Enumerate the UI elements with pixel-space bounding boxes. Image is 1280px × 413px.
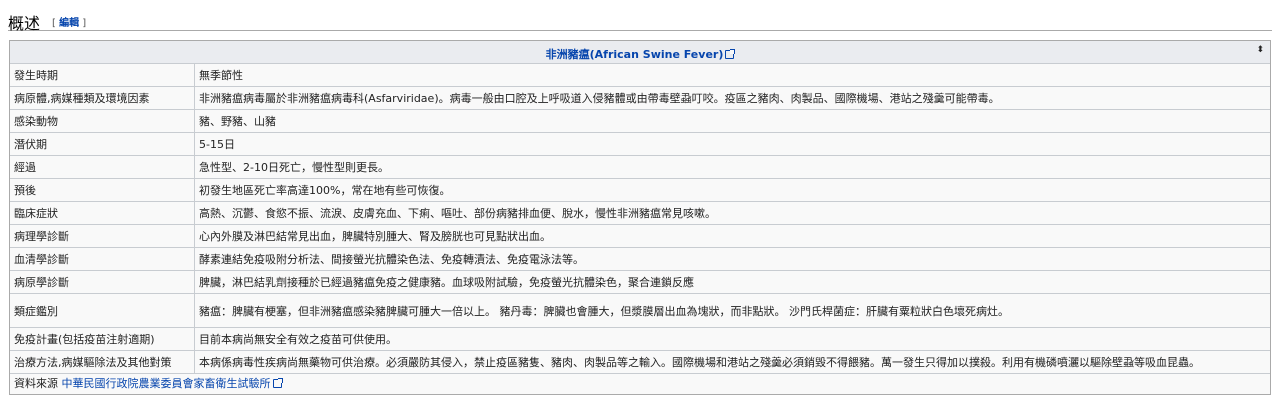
table-row: 類症鑑別 豬瘟：脾臟有梗塞，但非洲豬瘟感染豬脾臟可腫大一倍以上。 豬丹毒：脾臟也會… — [10, 293, 1270, 328]
info-table: 發生時期 無季節性 病原體,病媒種類及環境因素 非洲豬瘟病毒屬於非洲豬瘟病毒科(Asf… — [10, 64, 1270, 374]
table-row: 臨床症狀 高熱、沉鬱、食慾不振、流淚、皮膚充血、下痢、嘔吐、部份病豬排血便、脫水，… — [10, 201, 1270, 225]
table-row: 發生時期 無季節性 — [10, 64, 1270, 87]
row-value: 脾臟，淋巴結乳劑接種於已經過豬瘟免疫之健康豬。血球吸附試驗，免疫螢光抗體染色，聚… — [194, 270, 1270, 294]
edit-link[interactable]: 編輯 — [59, 18, 79, 29]
row-value: 本病係病毒性疾病尚無藥物可供治療。必須嚴防其侵入，禁止疫區豬隻、豬肉、肉製品等之… — [194, 350, 1270, 374]
infobox-title-wrapper: 非洲豬瘟(African Swine Fever) — [10, 46, 1270, 62]
row-value: 無季節性 — [194, 64, 1270, 87]
row-value: 初發生地區死亡率高達100%，常在地有些可恢復。 — [194, 178, 1270, 202]
row-value: 心內外膜及淋巴結常見出血，脾臟特別腫大、腎及膀胱也可見點狀出血。 — [194, 224, 1270, 248]
row-key: 病理學診斷 — [10, 224, 195, 248]
row-value: 非洲豬瘟病毒屬於非洲豬瘟病毒科(Asfarviridae)。病毒一般由口腔及上呼… — [194, 86, 1270, 110]
row-key: 病原體,病媒種類及環境因素 — [10, 86, 195, 110]
row-key: 血清學診斷 — [10, 247, 195, 271]
row-key: 類症鑑別 — [10, 293, 195, 328]
edit-bracket-open: [ — [52, 18, 56, 29]
sort-toggle-icon[interactable]: ⬍ — [1256, 45, 1264, 55]
row-key: 感染動物 — [10, 109, 195, 133]
infobox-title-link[interactable]: 非洲豬瘟(African Swine Fever) — [546, 48, 724, 61]
source-label: 資料來源 — [14, 377, 58, 390]
source-link[interactable]: 中華民國行政院農業委員會家畜衛生試驗所 — [62, 377, 271, 390]
row-key: 免疫計畫(包括疫苗注射適期) — [10, 327, 195, 351]
table-row: 預後 初發生地區死亡率高達100%，常在地有些可恢復。 — [10, 178, 1270, 202]
table-row: 感染動物 豬、野豬、山豬 — [10, 109, 1270, 133]
row-key: 預後 — [10, 178, 195, 202]
table-row: 病原體,病媒種類及環境因素 非洲豬瘟病毒屬於非洲豬瘟病毒科(Asfarvirida… — [10, 86, 1270, 110]
table-row: 病原學診斷 脾臟，淋巴結乳劑接種於已經過豬瘟免疫之健康豬。血球吸附試驗，免疫螢光抗… — [10, 270, 1270, 294]
row-value: 5-15日 — [194, 132, 1270, 156]
edit-bracket-close: ] — [82, 18, 87, 29]
row-key: 病原學診斷 — [10, 270, 195, 294]
row-value: 急性型、2-10日死亡，慢性型則更長。 — [194, 155, 1270, 179]
infobox: 非洲豬瘟(African Swine Fever) ⬍ 發生時期 無季節性 病原體,… — [9, 40, 1271, 395]
row-value: 豬、野豬、山豬 — [194, 109, 1270, 133]
row-value: 目前本病尚無安全有效之疫苗可供使用。 — [194, 327, 1270, 351]
table-row: 血清學診斷 酵素連結免疫吸附分析法、間接螢光抗體染色法、免疫轉漬法、免疫電泳法等。 — [10, 247, 1270, 271]
table-row: 潛伏期 5-15日 — [10, 132, 1270, 156]
table-row: 病理學診斷 心內外膜及淋巴結常見出血，脾臟特別腫大、腎及膀胱也可見點狀出血。 — [10, 224, 1270, 248]
section-title: 概述 — [8, 14, 41, 33]
row-key: 治療方法,病媒驅除法及其他對策 — [10, 350, 195, 374]
row-key: 經過 — [10, 155, 195, 179]
row-value: 酵素連結免疫吸附分析法、間接螢光抗體染色法、免疫轉漬法、免疫電泳法等。 — [194, 247, 1270, 271]
table-row: 經過 急性型、2-10日死亡，慢性型則更長。 — [10, 155, 1270, 179]
section-header: 概述 [ 編輯 ] — [8, 8, 1272, 33]
row-key: 潛伏期 — [10, 132, 195, 156]
table-row: 治療方法,病媒驅除法及其他對策 本病係病毒性疾病尚無藥物可供治療。必須嚴防其侵入，… — [10, 350, 1270, 374]
infobox-header: 非洲豬瘟(African Swine Fever) ⬍ — [10, 41, 1270, 64]
row-value: 豬瘟：脾臟有梗塞，但非洲豬瘟感染豬脾臟可腫大一倍以上。 豬丹毒：脾臟也會腫大，但… — [194, 293, 1270, 328]
external-link-icon — [725, 49, 736, 59]
external-link-icon — [272, 378, 283, 388]
edit-wrapper: [ 編輯 ] — [52, 14, 86, 29]
table-row: 免疫計畫(包括疫苗注射適期) 目前本病尚無安全有效之疫苗可供使用。 — [10, 327, 1270, 351]
source-footer: 資料來源 中華民國行政院農業委員會家畜衛生試驗所 — [10, 374, 1270, 394]
row-key: 臨床症狀 — [10, 201, 195, 225]
row-key: 發生時期 — [10, 64, 195, 87]
row-value: 高熱、沉鬱、食慾不振、流淚、皮膚充血、下痢、嘔吐、部份病豬排血便、脫水，慢性非洲… — [194, 201, 1270, 225]
